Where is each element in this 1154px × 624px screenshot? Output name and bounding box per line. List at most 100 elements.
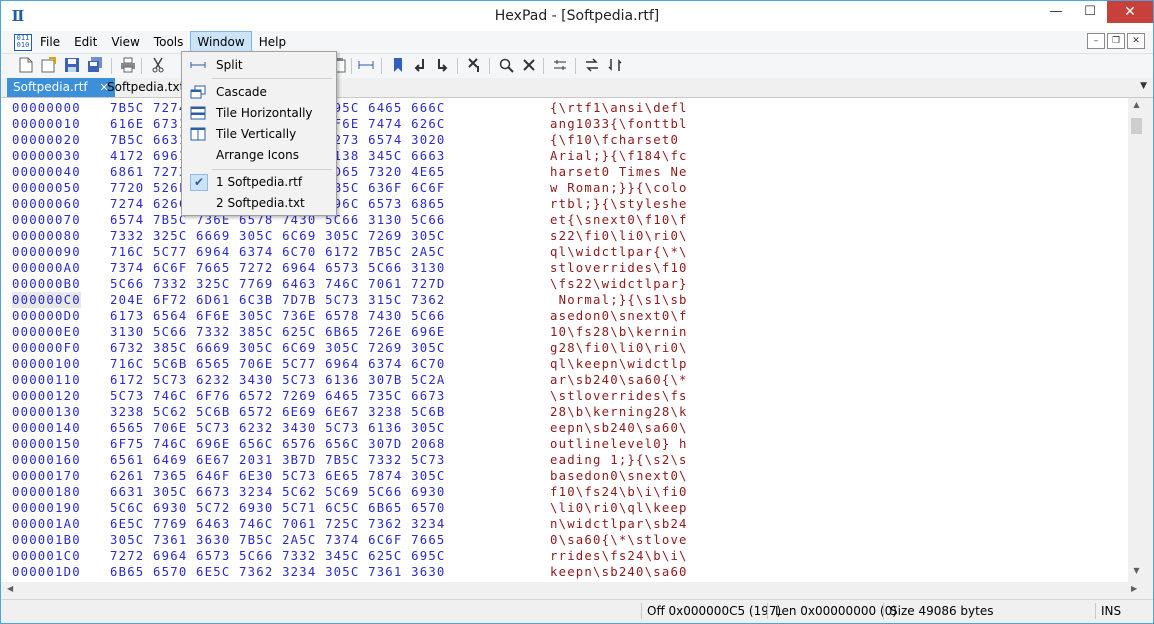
scroll-up-icon[interactable]: ▲ [1128, 100, 1145, 109]
row-text[interactable]: eepn\sb240\sa60\ [550, 420, 688, 436]
row-text[interactable]: rtbl;}{\styleshe [550, 196, 688, 212]
hex-row[interactable]: 000001D0 6B65 6570 6E5C 7362 3234 305C 73… [1, 564, 1128, 580]
row-text[interactable]: asedon0\snext0\f [550, 308, 688, 324]
close-button[interactable]: ✕ [1107, 1, 1153, 23]
hex-row[interactable]: 000001A0 6E5C 7769 6463 746C 7061 725C 73… [1, 516, 1128, 532]
tab-softpedia-rtf[interactable]: Softpedia.rtf ✕ [7, 78, 115, 97]
row-text[interactable]: f10\fs24\b\i\fi0 [550, 484, 688, 500]
menu-window[interactable]: Window [190, 31, 252, 53]
row-text[interactable]: basedon0\snext0\ [550, 468, 688, 484]
row-text[interactable]: 0\sa60{\*\stlove [550, 532, 688, 548]
hex-row[interactable]: 000000B0 5C66 7332 325C 7769 6463 746C 70… [1, 276, 1128, 292]
status-insert-mode[interactable]: INS [1101, 600, 1121, 622]
hex-row[interactable]: 00000190 5C6C 6930 5C72 6930 5C71 6C5C 6B… [1, 500, 1128, 516]
minimize-button[interactable]: — [1039, 1, 1073, 23]
row-text[interactable]: {\f10\fcharset0 [550, 132, 688, 148]
window-menu-doc-2[interactable]: 2 Softpedia.txt [184, 193, 334, 214]
hex-row[interactable]: 000000007B5C 7274 6631 5C61 6E73 695C 64… [1, 100, 1128, 116]
row-hex-bytes[interactable]: 6B65 6570 6E5C 7362 3234 305C 7361 3630 [110, 564, 446, 580]
hex-row[interactable]: 000000C0 204E 6F72 6D61 6C3B 7D7B 5C73 31… [1, 292, 1128, 308]
hex-row[interactable]: 000000F0 6732 385C 6669 305C 6C69 305C 72… [1, 340, 1128, 356]
print-icon[interactable] [119, 57, 137, 75]
row-text[interactable]: 28\b\kerning28\k [550, 404, 688, 420]
row-text[interactable]: ar\sb240\sa60{\* [550, 372, 688, 388]
row-hex-bytes[interactable]: 6561 6469 6E67 2031 3B7D 7B5C 7332 5C73 [110, 452, 446, 468]
row-hex-bytes[interactable]: 6261 7365 646F 6E30 5C73 6E65 7874 305C [110, 468, 446, 484]
hex-row[interactable]: 00000070 6574 7B5C 736E 6578 7430 5C66 31… [1, 212, 1128, 228]
vertical-scrollbar[interactable]: ▲ ▼ [1128, 98, 1145, 582]
hex-row[interactable]: 000000507720 526F 6D61 6E3B 7D7D 7B5C 63… [1, 180, 1128, 196]
hex-row[interactable]: 00000110 6172 5C73 6232 3430 5C73 6136 30… [1, 372, 1128, 388]
new-file-icon[interactable] [17, 57, 35, 75]
hex-row[interactable]: 00000010616E 6731 3033 337B 5C66 6F6E 74… [1, 116, 1128, 132]
row-text[interactable]: ql\keepn\widctlp [550, 356, 688, 372]
window-menu-arrange-icons[interactable]: Arrange Icons [184, 145, 334, 166]
menu-file[interactable]: File [33, 31, 67, 53]
hex-row[interactable]: 00000180 6631 305C 6673 3234 5C62 5C69 5C… [1, 484, 1128, 500]
window-menu-tile-vertically[interactable]: Tile Vertically [184, 124, 334, 145]
menu-view[interactable]: View [104, 31, 146, 53]
hex-row[interactable]: 000001C0 7272 6964 6573 5C66 7332 345C 62… [1, 548, 1128, 564]
row-hex-bytes[interactable]: 6E5C 7769 6463 746C 7061 725C 7362 3234 [110, 516, 446, 532]
hex-row[interactable]: 00000130 3238 5C62 5C6B 6572 6E69 6E67 32… [1, 404, 1128, 420]
mdi-close-button[interactable]: ✕ [1127, 33, 1145, 49]
scroll-left-icon[interactable]: ◀ [7, 584, 13, 593]
swap-alt-icon[interactable] [606, 57, 624, 75]
title-bar[interactable]: Ⅱ HexPad - [Softpedia.rtf] — ☐ ✕ [1, 1, 1153, 31]
row-text[interactable]: g28\fi0\li0\ri0\ [550, 340, 688, 356]
tab-softpedia-txt[interactable]: Softpedia.txt [101, 78, 190, 97]
row-hex-bytes[interactable]: 716C 5C77 6964 6374 6C70 6172 7B5C 2A5C [110, 244, 446, 260]
open-file-icon[interactable] [40, 57, 58, 75]
menu-edit[interactable]: Edit [67, 31, 104, 53]
row-text[interactable]: et{\snext0\f10\f [550, 212, 688, 228]
save-icon[interactable] [63, 57, 81, 75]
hex-row[interactable]: 00000150 6F75 746C 696E 656C 6576 656C 30… [1, 436, 1128, 452]
menu-tools[interactable]: Tools [147, 31, 191, 53]
row-text[interactable]: \li0\ri0\ql\keep [550, 500, 688, 516]
hex-editor[interactable]: 000000007B5C 7274 6631 5C61 6E73 695C 64… [1, 98, 1128, 582]
hex-row[interactable]: 00000160 6561 6469 6E67 2031 3B7D 7B5C 73… [1, 452, 1128, 468]
mdi-restore-button[interactable]: ❐ [1107, 33, 1125, 49]
goto-previous-icon[interactable] [412, 57, 430, 75]
hex-row[interactable]: 000000304172 6961 6C3B 7D7B 5C66 3138 34… [1, 148, 1128, 164]
row-hex-bytes[interactable]: 305C 7361 3630 7B5C 2A5C 7374 6C6F 7665 [110, 532, 446, 548]
row-text[interactable]: rrides\fs24\b\i\ [550, 548, 688, 564]
tab-list-chevron-icon[interactable]: ▼ [1140, 81, 1147, 91]
row-text[interactable]: \stloverrides\fs [550, 388, 688, 404]
find-icon[interactable] [497, 57, 515, 75]
row-hex-bytes[interactable]: 3130 5C66 7332 385C 625C 6B65 726E 696E [110, 324, 446, 340]
hex-row[interactable]: 000000607274 626C 3B7D 7B5C 7374 796C 65… [1, 196, 1128, 212]
row-text[interactable]: ql\widctlpar{\*\ [550, 244, 688, 260]
save-all-icon[interactable] [86, 57, 104, 75]
hex-row[interactable]: 000001B0 305C 7361 3630 7B5C 2A5C 7374 6C… [1, 532, 1128, 548]
row-hex-bytes[interactable]: 716C 5C6B 6565 706E 5C77 6964 6374 6C70 [110, 356, 446, 372]
hex-row[interactable]: 00000080 7332 325C 6669 305C 6C69 305C 72… [1, 228, 1128, 244]
hex-row[interactable]: 00000090 716C 5C77 6964 6374 6C70 6172 7B… [1, 244, 1128, 260]
row-hex-bytes[interactable]: 6565 706E 5C73 6232 3430 5C73 6136 305C [110, 420, 446, 436]
mdi-minimize-button[interactable]: – [1087, 33, 1105, 49]
maximize-button[interactable]: ☐ [1073, 1, 1107, 23]
row-text[interactable]: \fs22\widctlpar} [550, 276, 688, 292]
window-menu-split[interactable]: Split [184, 55, 334, 76]
row-hex-bytes[interactable]: 204E 6F72 6D61 6C3B 7D7B 5C73 315C 7362 [110, 292, 446, 308]
scroll-right-icon[interactable]: ▶ [1131, 584, 1137, 593]
window-menu-cascade[interactable]: Cascade [184, 82, 334, 103]
hex-row[interactable]: 00000140 6565 706E 5C73 6232 3430 5C73 61… [1, 420, 1128, 436]
bookmark-icon[interactable] [389, 57, 407, 75]
row-hex-bytes[interactable]: 7374 6C6F 7665 7272 6964 6573 5C66 3130 [110, 260, 446, 276]
row-text[interactable]: stloverrides\f10 [550, 260, 688, 276]
clear-icon[interactable] [465, 57, 483, 75]
hex-row[interactable]: 000000406861 7273 6574 3020 5469 6D65 73… [1, 164, 1128, 180]
scroll-thumb[interactable] [1131, 118, 1142, 134]
hex-row[interactable]: 00000120 5C73 746C 6F76 6572 7269 6465 73… [1, 388, 1128, 404]
row-text[interactable]: eading 1;}{\s2\s [550, 452, 688, 468]
row-text[interactable]: w Roman;}}{\colo [550, 180, 688, 196]
hex-row[interactable]: 000000A0 7374 6C6F 7665 7272 6964 6573 5C… [1, 260, 1128, 276]
goto-next-icon[interactable] [434, 57, 452, 75]
row-text[interactable]: keepn\sb240\sa60 [550, 564, 688, 580]
row-hex-bytes[interactable]: 5C6C 6930 5C72 6930 5C71 6C5C 6B65 6570 [110, 500, 446, 516]
row-hex-bytes[interactable]: 6173 6564 6F6E 305C 736E 6578 7430 5C66 [110, 308, 446, 324]
hex-row[interactable]: 000000E0 3130 5C66 7332 385C 625C 6B65 72… [1, 324, 1128, 340]
row-text[interactable]: outlinelevel0} h [550, 436, 688, 452]
row-text[interactable]: n\widctlpar\sb24 [550, 516, 688, 532]
